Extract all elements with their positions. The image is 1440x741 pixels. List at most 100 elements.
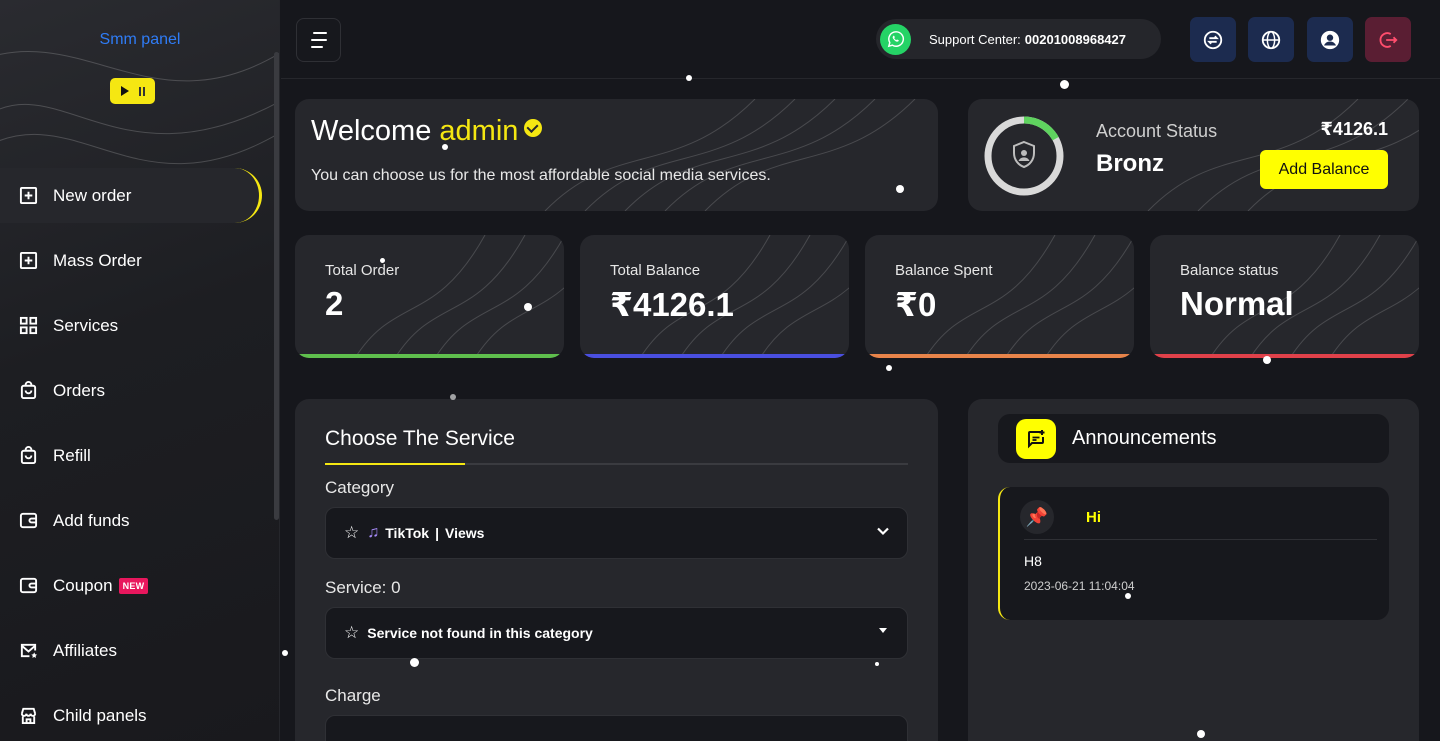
sidebar-item-label: Child panels [53,705,147,725]
currency-button[interactable] [1190,17,1236,62]
decorative-dot [442,144,448,150]
chevron-down-icon [877,527,889,536]
stat-accent-bar [1150,354,1419,358]
stat-label: Total Balance [610,262,701,279]
sidebar-item-mass-order[interactable]: Mass Order [0,233,262,288]
verified-badge-icon [524,119,543,137]
music-play-pause-button[interactable] [110,78,155,104]
language-button[interactable] [1248,17,1294,62]
plus-square-icon [18,251,38,271]
form-divider [325,463,908,465]
support-center[interactable]: Support Center: 00201008968427 [876,19,1161,59]
sidebar-item-refill[interactable]: Refill [0,428,262,483]
service-form-card: Choose The Service Category ☆ ♫ TikTok |… [295,399,938,741]
stat-accent-bar [580,354,849,358]
support-phone: 00201008968427 [1024,31,1127,47]
wallet-icon [18,511,38,531]
pin-icon: 📌 [1020,500,1054,534]
logout-button[interactable] [1365,17,1411,62]
sidebar-item-add-funds[interactable]: Add funds [0,493,262,548]
globe-icon [1261,30,1281,49]
bag-icon [18,446,38,466]
stat-value: ₹4126.1 [610,286,734,323]
chat-add-icon [1016,418,1056,459]
form-title: Choose The Service [325,427,515,450]
decorative-dot [1263,356,1271,364]
sidebar-item-child-panels[interactable]: Child panels [0,688,262,741]
category-label: Category [325,478,394,497]
sidebar-item-label: Services [53,315,119,335]
account-tier: Bronz [1096,150,1164,177]
whatsapp-icon [880,23,911,55]
stat-card-total-order: Total Order 2 [295,235,564,358]
play-icon [120,86,129,96]
profile-button[interactable] [1307,17,1353,62]
sidebar-item-label: Orders [53,380,105,400]
decorative-dot [1197,730,1205,738]
account-status-card: Account Status Bronz ₹4126.1 Add Balance [968,99,1419,211]
announcements-header: Announcements [998,414,1389,463]
decorative-dot [410,658,419,667]
sidebar-item-services[interactable]: Services [0,298,262,353]
sidebar-item-label: Add funds [53,510,130,530]
service-select[interactable]: ☆ Service not found in this category [325,607,908,659]
sidebar-item-label: New order [53,185,132,205]
decorative-dot [875,662,879,666]
charge-field [325,715,908,741]
stat-card-balance-spent: Balance Spent ₹0 [865,235,1134,358]
wallet-icon [18,576,38,596]
currency-exchange-icon [1203,30,1223,49]
pause-icon [138,86,145,96]
account-balance: ₹4126.1 [1320,119,1388,139]
sidebar-item-affiliates[interactable]: Affiliates [0,623,262,678]
decorative-dot [524,303,532,311]
mail-star-icon [18,641,38,661]
welcome-card: Welcome admin You can choose us for the … [295,99,938,211]
plus-square-icon [18,186,38,206]
stat-label: Total Order [325,262,400,279]
top-bar: Support Center: 00201008968427 [281,0,1440,79]
menu-toggle-button[interactable] [296,18,341,62]
announcement-date: 2023-06-21 11:04:04 [1024,579,1135,593]
category-select[interactable]: ☆ ♫ TikTok | Views [325,507,908,559]
sidebar-scrollbar[interactable] [274,52,279,520]
announcements-title: Announcements [1072,427,1217,449]
sidebar-item-label: Refill [53,445,91,465]
shield-user-icon [1013,140,1035,169]
stat-value: 2 [325,285,344,322]
sidebar-item-label: Mass Order [53,250,142,270]
add-balance-button[interactable]: Add Balance [1260,150,1388,189]
service-label: Service: 0 [325,578,401,597]
star-icon: ☆ [344,523,360,542]
stat-label: Balance Spent [895,262,993,279]
decorative-dot [380,258,385,263]
decorative-dot [1125,593,1131,599]
announcements-card: Announcements 📌 Hi H8 2023-06-21 11:04:0… [968,399,1419,741]
tiktok-icon: ♫ [367,524,380,541]
stat-accent-bar [865,354,1134,358]
stat-card-balance-status: Balance status Normal [1150,235,1419,358]
charge-label: Charge [325,686,381,705]
star-icon: ☆ [344,623,360,642]
bag-icon [18,381,38,401]
stat-accent-bar [295,354,564,358]
sidebar-item-new-order[interactable]: New order [0,168,262,223]
announcement-body: H8 [1024,553,1042,569]
hamburger-icon [312,32,327,34]
grid-icon [18,316,38,336]
account-status-label: Account Status [1096,121,1218,141]
username: admin [439,115,519,147]
decorative-dot [1060,80,1069,89]
announcement-title: Hi [1086,509,1101,526]
new-badge: NEW [118,577,149,594]
sidebar-item-orders[interactable]: Orders [0,363,262,418]
sidebar: Smm panel New order Mass Order Services [0,0,280,741]
caret-down-icon [879,628,887,633]
sidebar-item-coupon[interactable]: Coupon NEW [0,558,262,613]
announcement-item[interactable]: 📌 Hi H8 2023-06-21 11:04:04 [998,487,1389,620]
decorative-dot [686,75,692,81]
store-icon [18,706,38,726]
welcome-heading: Welcome admin [311,115,543,148]
logo-text[interactable]: Smm panel [0,31,279,49]
decorative-dot [896,185,904,193]
